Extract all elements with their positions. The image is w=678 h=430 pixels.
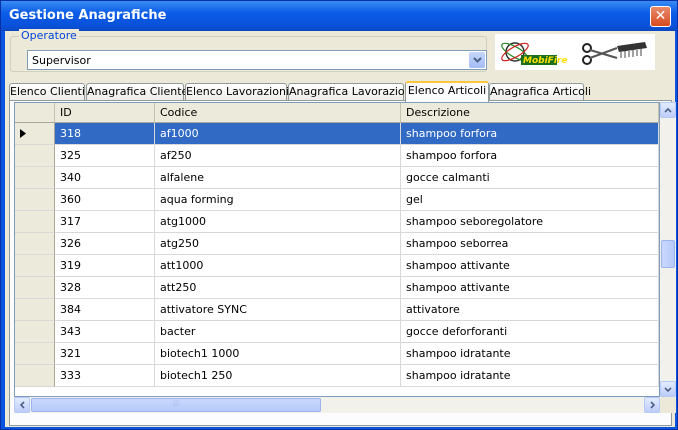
chevron-up-icon <box>664 107 672 113</box>
scroll-down-button[interactable] <box>660 381 676 397</box>
horizontal-scroll-thumb[interactable]: ⦙⦙⦙ <box>31 398 321 412</box>
operator-group-label: Operatore <box>19 29 79 42</box>
dropdown-arrow-button[interactable] <box>469 52 485 68</box>
row-header[interactable] <box>15 123 55 145</box>
cell-codice[interactable]: att250 <box>155 277 401 299</box>
cell-id[interactable]: 333 <box>55 365 155 387</box>
cell-id[interactable]: 384 <box>55 299 155 321</box>
cell-codice[interactable]: att1000 <box>155 255 401 277</box>
table-row[interactable]: 319 att1000 shampoo attivante <box>15 255 659 277</box>
cell-codice[interactable]: bacter <box>155 321 401 343</box>
cell-id[interactable]: 340 <box>55 167 155 189</box>
cell-descrizione[interactable]: shampoo attivante <box>401 277 659 299</box>
tab-elenco-clienti[interactable]: Elenco Clienti <box>9 83 85 101</box>
cell-codice[interactable]: af1000 <box>155 123 401 145</box>
table-row[interactable]: 360 aqua forming gel <box>15 189 659 211</box>
vertical-scrollbar[interactable] <box>660 102 676 397</box>
operator-group: Operatore Supervisor <box>10 29 487 72</box>
svg-text:MobiFire: MobiFire <box>523 56 567 66</box>
cell-codice[interactable]: af250 <box>155 145 401 167</box>
cell-descrizione[interactable]: attivatore <box>401 299 659 321</box>
cell-id[interactable]: 318 <box>55 123 155 145</box>
window-content: Operatore Supervisor MobiFire Elenco Cli… <box>5 29 676 427</box>
row-header[interactable] <box>15 343 55 365</box>
articles-grid[interactable]: ID Codice Descrizione 318 af1000 shampoo f… <box>14 102 660 397</box>
row-header[interactable] <box>15 233 55 255</box>
cell-id[interactable]: 319 <box>55 255 155 277</box>
cell-descrizione[interactable]: shampoo attivante <box>401 255 659 277</box>
cell-codice[interactable]: attivatore SYNC <box>155 299 401 321</box>
cell-descrizione[interactable]: gocce deforforanti <box>401 321 659 343</box>
table-row[interactable]: 384 attivatore SYNC attivatore <box>15 299 659 321</box>
cell-codice[interactable]: aqua forming <box>155 189 401 211</box>
cell-descrizione[interactable]: shampoo forfora <box>401 123 659 145</box>
cell-id[interactable]: 325 <box>55 145 155 167</box>
row-header[interactable] <box>15 321 55 343</box>
row-header[interactable] <box>15 365 55 387</box>
scroll-left-button[interactable] <box>14 397 30 413</box>
close-button[interactable]: ✕ <box>650 6 671 27</box>
table-row[interactable]: 326 atg250 shampoo seborrea <box>15 233 659 255</box>
tab-elenco-articoli[interactable]: Elenco Articoli <box>405 81 489 102</box>
cell-id[interactable]: 326 <box>55 233 155 255</box>
cell-codice[interactable]: biotech1 1000 <box>155 343 401 365</box>
cell-id[interactable]: 317 <box>55 211 155 233</box>
window-title: Gestione Anagrafiche <box>9 8 167 23</box>
tab-anagrafica-cliente[interactable]: Anagrafica Cliente <box>86 83 188 101</box>
row-header[interactable] <box>15 211 55 233</box>
row-header[interactable] <box>15 189 55 211</box>
cell-id[interactable]: 343 <box>55 321 155 343</box>
row-header[interactable] <box>15 277 55 299</box>
row-header[interactable] <box>15 167 55 189</box>
table-row[interactable]: 343 bacter gocce deforforanti <box>15 321 659 343</box>
scroll-right-button[interactable] <box>644 397 660 413</box>
cell-descrizione[interactable]: shampoo idratante <box>401 365 659 387</box>
cell-id[interactable]: 328 <box>55 277 155 299</box>
tab-elenco-lavorazioni[interactable]: Elenco Lavorazioni <box>185 83 289 101</box>
table-row[interactable]: 328 att250 shampoo attivante <box>15 277 659 299</box>
title-bar[interactable]: Gestione Anagrafiche ✕ <box>1 1 677 31</box>
cell-descrizione[interactable]: gocce calmanti <box>401 167 659 189</box>
table-row[interactable]: 333 biotech1 250 shampoo idratante <box>15 365 659 387</box>
row-header[interactable] <box>15 145 55 167</box>
table-row[interactable]: 321 biotech1 1000 shampoo idratante <box>15 343 659 365</box>
cell-codice[interactable]: biotech1 250 <box>155 365 401 387</box>
table-row[interactable]: 340 alfalene gocce calmanti <box>15 167 659 189</box>
chevron-down-icon <box>472 57 482 63</box>
operator-dropdown[interactable]: Supervisor <box>27 50 487 70</box>
table-row[interactable]: 325 af250 shampoo forfora <box>15 145 659 167</box>
cell-id[interactable]: 321 <box>55 343 155 365</box>
chevron-left-icon <box>19 401 25 409</box>
scrollbar-corner <box>660 397 676 413</box>
vertical-scroll-thumb[interactable] <box>661 240 675 268</box>
cell-descrizione[interactable]: shampoo seboregolatore <box>401 211 659 233</box>
tab-anagrafica-articoli[interactable]: Anagrafica Articoli <box>489 83 591 101</box>
tab-panel: ID Codice Descrizione 318 af1000 shampoo f… <box>9 100 676 426</box>
cell-descrizione[interactable]: shampoo seborrea <box>401 233 659 255</box>
cell-descrizione[interactable]: gel <box>401 189 659 211</box>
cell-codice[interactable]: atg250 <box>155 233 401 255</box>
cell-descrizione[interactable]: shampoo forfora <box>401 145 659 167</box>
tab-anagrafica-lavorazioni[interactable]: Anagrafica Lavorazioni <box>288 83 415 101</box>
cell-descrizione[interactable]: shampoo idratante <box>401 343 659 365</box>
cell-id[interactable]: 360 <box>55 189 155 211</box>
cell-codice[interactable]: atg1000 <box>155 211 401 233</box>
table-row[interactable]: 318 af1000 shampoo forfora <box>15 123 659 145</box>
column-header-codice[interactable]: Codice <box>155 103 401 123</box>
column-header-id[interactable]: ID <box>55 103 155 123</box>
chevron-right-icon <box>649 401 655 409</box>
horizontal-scrollbar[interactable]: ⦙⦙⦙ <box>14 397 660 413</box>
company-logo: MobiFire <box>495 34 655 70</box>
application-window: Gestione Anagrafiche ✕ Operatore Supervi… <box>0 0 678 430</box>
column-header-descrizione[interactable]: Descrizione <box>401 103 659 123</box>
row-header-corner <box>15 103 55 123</box>
row-header[interactable] <box>15 255 55 277</box>
row-header[interactable] <box>15 299 55 321</box>
chevron-down-icon <box>664 386 672 392</box>
scroll-up-button[interactable] <box>660 102 676 118</box>
operator-selected-value: Supervisor <box>32 54 91 67</box>
cell-codice[interactable]: alfalene <box>155 167 401 189</box>
current-row-arrow-icon <box>20 129 26 138</box>
table-row[interactable]: 317 atg1000 shampoo seboregolatore <box>15 211 659 233</box>
